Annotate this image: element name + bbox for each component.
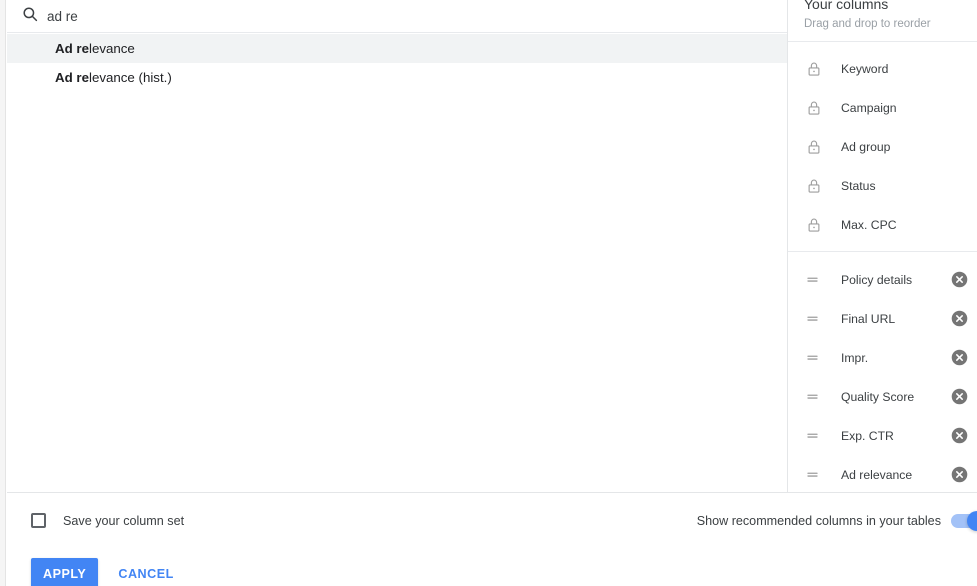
locked-column-row: Keyword bbox=[788, 49, 977, 88]
locked-columns-group: Keyword Campaign Ad group Status Max. CP… bbox=[788, 43, 977, 252]
drag-handle-icon[interactable] bbox=[805, 388, 823, 406]
draggable-column-label: Exp. CTR bbox=[841, 428, 894, 443]
draggable-column-label: Policy details bbox=[841, 272, 913, 287]
draggable-column-row[interactable]: Quality Score bbox=[788, 377, 977, 416]
suggestion-match-text: Ad re bbox=[55, 41, 89, 56]
drag-handle-icon[interactable] bbox=[805, 271, 823, 289]
your-columns-subtitle: Drag and drop to reorder bbox=[804, 18, 931, 30]
save-column-set-row[interactable]: Save your column set bbox=[31, 513, 184, 528]
locked-column-row: Max. CPC bbox=[788, 205, 977, 244]
suggestion-list: Ad relevance Ad relevance (hist.) bbox=[7, 34, 787, 92]
apply-button[interactable]: APPLY bbox=[31, 558, 99, 586]
lock-icon bbox=[805, 177, 823, 195]
locked-column-row: Campaign bbox=[788, 88, 977, 127]
remove-circle-icon[interactable] bbox=[951, 427, 968, 444]
draggable-column-label: Quality Score bbox=[841, 389, 915, 404]
locked-column-row: Status bbox=[788, 166, 977, 205]
draggable-column-row[interactable]: Impr. bbox=[788, 338, 977, 377]
show-recommended-columns-label: Show recommended columns in your tables bbox=[696, 514, 941, 528]
column-picker-dialog: Ad relevance Ad relevance (hist.) Your c… bbox=[0, 0, 977, 586]
locked-column-label: Max. CPC bbox=[841, 217, 897, 232]
your-columns-title: Your columns bbox=[804, 0, 889, 12]
lock-icon bbox=[805, 99, 823, 117]
remove-circle-icon[interactable] bbox=[951, 388, 968, 405]
dialog-footer: Save your column set Show recommended co… bbox=[7, 492, 977, 586]
dialog-actions: APPLY CANCEL bbox=[31, 558, 182, 586]
draggable-column-row[interactable]: Final URL bbox=[788, 299, 977, 338]
remove-circle-icon[interactable] bbox=[951, 310, 968, 327]
dialog-body: Ad relevance Ad relevance (hist.) Your c… bbox=[7, 0, 977, 492]
draggable-columns-group: Policy details Final URL Impr. Quality S… bbox=[788, 254, 977, 492]
locked-column-label: Keyword bbox=[841, 61, 889, 76]
draggable-column-row[interactable]: Policy details bbox=[788, 260, 977, 299]
show-recommended-columns-toggle[interactable] bbox=[951, 511, 977, 531]
your-columns-pane: Your columns Drag and drop to reorder Ke… bbox=[787, 0, 977, 492]
suggestion-item[interactable]: Ad relevance (hist.) bbox=[7, 63, 787, 92]
cancel-button[interactable]: CANCEL bbox=[110, 558, 181, 586]
locked-column-row: Ad group bbox=[788, 127, 977, 166]
remove-circle-icon[interactable] bbox=[951, 349, 968, 366]
show-recommended-columns-row[interactable]: Show recommended columns in your tables bbox=[696, 511, 977, 531]
drag-handle-icon[interactable] bbox=[805, 427, 823, 445]
remove-circle-icon[interactable] bbox=[951, 271, 968, 288]
save-column-set-checkbox[interactable] bbox=[31, 513, 46, 528]
page-left-gutter bbox=[0, 0, 6, 586]
search-input[interactable] bbox=[47, 0, 747, 32]
toggle-knob bbox=[967, 511, 977, 531]
lock-icon bbox=[805, 60, 823, 78]
search-pane: Ad relevance Ad relevance (hist.) bbox=[7, 0, 787, 492]
drag-handle-icon[interactable] bbox=[805, 349, 823, 367]
save-column-set-label: Save your column set bbox=[63, 513, 185, 528]
draggable-column-row[interactable]: Ad relevance bbox=[788, 455, 977, 492]
locked-column-label: Ad group bbox=[841, 139, 891, 154]
draggable-column-label: Final URL bbox=[841, 311, 896, 326]
draggable-column-label: Ad relevance bbox=[841, 467, 913, 482]
draggable-column-label: Impr. bbox=[841, 350, 869, 365]
lock-icon bbox=[805, 216, 823, 234]
locked-column-label: Status bbox=[841, 178, 876, 193]
drag-handle-icon[interactable] bbox=[805, 310, 823, 328]
suggestion-rest-text: levance (hist.) bbox=[89, 70, 172, 85]
suggestion-match-text: Ad re bbox=[55, 70, 89, 85]
remove-circle-icon[interactable] bbox=[951, 466, 968, 483]
suggestion-item[interactable]: Ad relevance bbox=[7, 34, 787, 63]
drag-handle-icon[interactable] bbox=[805, 466, 823, 484]
draggable-column-row[interactable]: Exp. CTR bbox=[788, 416, 977, 455]
lock-icon bbox=[805, 138, 823, 156]
locked-column-label: Campaign bbox=[841, 100, 897, 115]
suggestion-rest-text: levance bbox=[89, 41, 135, 56]
your-columns-header: Your columns Drag and drop to reorder bbox=[788, 0, 977, 42]
search-row bbox=[7, 0, 787, 33]
search-icon bbox=[21, 5, 39, 23]
